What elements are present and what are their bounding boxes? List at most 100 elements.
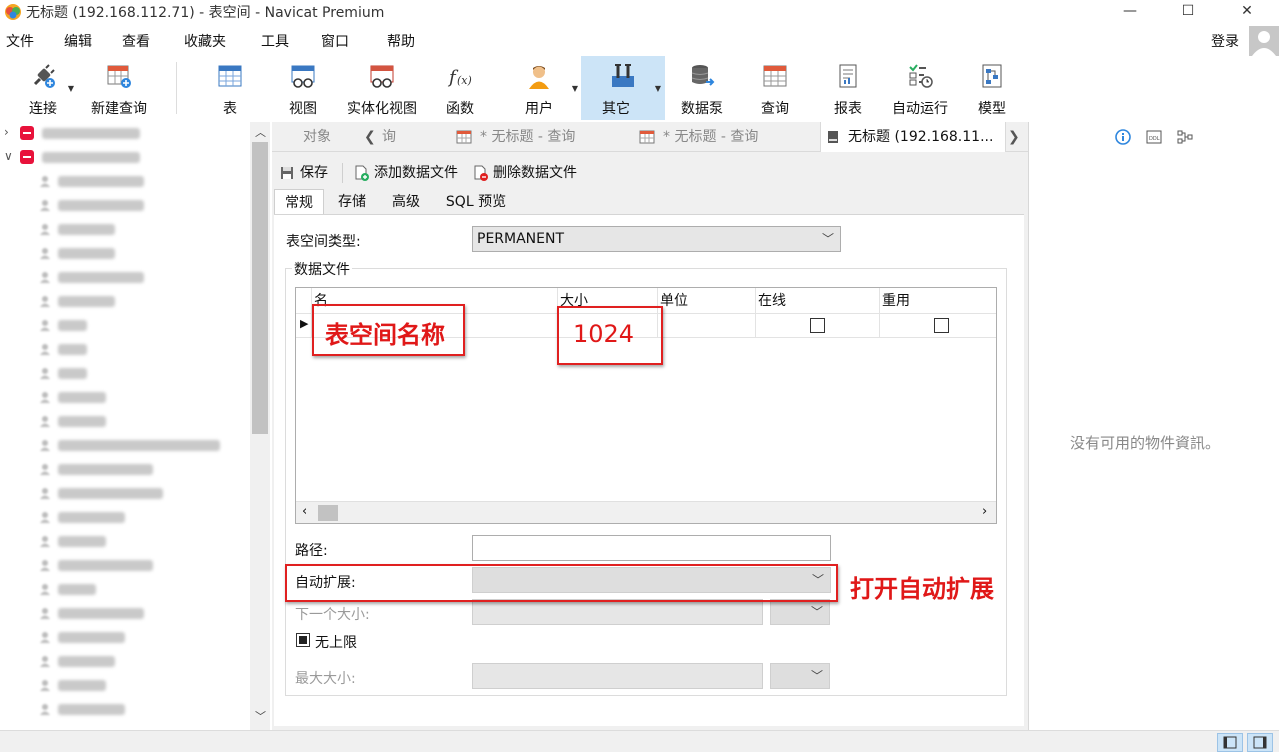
scroll-left-icon[interactable]: ‹	[302, 504, 307, 519]
add-datafile-label: 添加数据文件	[374, 165, 458, 181]
layout-left-panel-button[interactable]	[1217, 733, 1243, 752]
toolbar-connect-button[interactable]: 连接 ▼	[14, 56, 74, 120]
tab-scroll-left-icon[interactable]: ❮	[364, 122, 376, 152]
tree-user-item[interactable]: CTXSYS	[0, 242, 250, 266]
menu-view[interactable]: 查看	[122, 31, 150, 51]
tree-user-item[interactable]: MDSYS	[0, 674, 250, 698]
ddl-icon[interactable]: DDL	[1146, 129, 1162, 145]
subtab-storage[interactable]: 存储	[326, 189, 378, 215]
tree-user-item[interactable]: DBSNMP	[0, 290, 250, 314]
unlimited-checkbox[interactable]	[296, 633, 310, 647]
tree-user-item[interactable]: JLINS	[0, 530, 250, 554]
dependencies-icon[interactable]	[1177, 129, 1193, 145]
checkbox-fill	[299, 636, 307, 644]
expanded-arrow-icon[interactable]: ∨	[4, 149, 13, 163]
tree-user-item[interactable]: LBACSYS	[0, 626, 250, 650]
scrollbar-thumb[interactable]	[318, 505, 338, 521]
tree-user-item[interactable]: GSMUSER	[0, 506, 250, 530]
toolbar-new-query-button[interactable]: 新建查询	[86, 56, 152, 120]
grid-cell-unit[interactable]	[658, 314, 756, 338]
tree-user-item[interactable]: DBSFWUSER	[0, 266, 250, 290]
menu-tools[interactable]: 工具	[261, 31, 289, 51]
tree-user-item[interactable]: AUDSYS	[0, 218, 250, 242]
tree-user-item[interactable]: DVSYS	[0, 386, 250, 410]
tree-connection-0[interactable]: › 119.96.225.243	[0, 122, 250, 146]
max-size-unit-select[interactable]: ﹀	[770, 663, 830, 689]
info-icon[interactable]	[1115, 129, 1131, 145]
next-size-unit-select[interactable]: ﹀	[770, 599, 830, 625]
menu-edit[interactable]: 编辑	[64, 31, 92, 51]
tree-connection-1[interactable]: ∨ 192.168.112.71	[0, 146, 250, 170]
toolbar-function-button[interactable]: f (x) 函数	[433, 56, 487, 120]
tree-user-item[interactable]: GSMCATUSER	[0, 458, 250, 482]
reuse-checkbox[interactable]	[934, 318, 949, 333]
toolbar-others-button[interactable]: 其它 ▼	[581, 56, 665, 120]
toolbar-query-button[interactable]: 查询	[748, 56, 802, 120]
toolbar-user-button[interactable]: 用户 ▼	[512, 56, 578, 120]
subtab-advanced[interactable]: 高级	[380, 189, 432, 215]
grid-horizontal-scrollbar[interactable]: ‹ ›	[296, 501, 996, 523]
toolbar-model-button[interactable]: 模型	[965, 56, 1019, 120]
maximize-button[interactable]: ☐	[1165, 0, 1211, 24]
tab-query-2[interactable]: * 无标题 - 查询	[639, 122, 819, 152]
tab-objects[interactable]: 对象	[303, 122, 331, 152]
tree-user-item[interactable]: DCS	[0, 314, 250, 338]
login-link[interactable]: 登录	[1211, 31, 1239, 51]
tree-user-item[interactable]: GSMROOTUSER	[0, 482, 250, 506]
grid-cell-reuse[interactable]	[880, 314, 996, 338]
scroll-up-icon[interactable]: ︿	[255, 124, 266, 140]
dropdown-arrow-icon[interactable]: ▼	[655, 84, 661, 93]
grid-header-online[interactable]: 在线	[756, 288, 880, 314]
online-checkbox[interactable]	[810, 318, 825, 333]
path-input[interactable]	[472, 535, 831, 561]
tab-query-1[interactable]: * 无标题 - 查询	[456, 122, 636, 152]
max-size-input[interactable]	[472, 663, 763, 689]
tree-user-item[interactable]: ANONYMOUS	[0, 170, 250, 194]
subtab-sql-preview[interactable]: SQL 预览	[436, 189, 516, 215]
tablespace-type-select[interactable]: PERMANENT ﹀	[472, 226, 841, 252]
toolbar-table-button[interactable]: 表	[203, 56, 257, 120]
toolbar-materialized-view-button[interactable]: 实体化视图	[341, 56, 423, 120]
grid-cell-online[interactable]	[756, 314, 880, 338]
tree-user-item[interactable]: MDDATA	[0, 650, 250, 674]
tree-user-item[interactable]: APPQOSSYS	[0, 194, 250, 218]
tree-user-item[interactable]: DVF	[0, 362, 250, 386]
collapsed-arrow-icon[interactable]: ›	[4, 125, 9, 139]
delete-datafile-label: 删除数据文件	[493, 165, 577, 181]
tree-user-item[interactable]: JLINS_FILE	[0, 554, 250, 578]
toolbar-auto-run-button[interactable]: 自动运行	[886, 56, 954, 120]
tree-user-item[interactable]: GGSYS	[0, 410, 250, 434]
connection-tree[interactable]: › 119.96.225.243 ∨ 192.168.112.71 ANONYMOUS A…	[0, 122, 250, 730]
menu-window[interactable]: 窗口	[321, 31, 349, 51]
subtab-general[interactable]: 常规	[274, 189, 324, 215]
tree-user-item[interactable]: DIP	[0, 338, 250, 362]
layout-right-panel-button[interactable]	[1247, 733, 1273, 752]
next-size-input[interactable]	[472, 599, 763, 625]
toolbar-data-pump-button[interactable]: 数据泵	[674, 56, 730, 120]
grid-header-unit[interactable]: 单位	[658, 288, 756, 314]
grid-header-reuse[interactable]: 重用	[880, 288, 996, 314]
avatar[interactable]	[1249, 26, 1279, 56]
tab-tablespace[interactable]: 无标题 (192.168.11...	[820, 122, 1006, 152]
tree-user-item[interactable]: JLTJ	[0, 578, 250, 602]
tablespace-type-label: 表空间类型:	[286, 234, 361, 250]
dropdown-arrow-icon[interactable]: ▼	[68, 84, 74, 93]
navicat-logo-icon	[5, 4, 21, 20]
minimize-button[interactable]: —	[1107, 0, 1153, 24]
menu-file[interactable]: 文件	[6, 31, 34, 51]
tree-user-item[interactable]: OJVMSYS	[0, 698, 250, 722]
scrollbar-thumb[interactable]	[252, 142, 268, 434]
toolbar-view-button[interactable]: 视图	[276, 56, 330, 120]
scroll-down-icon[interactable]: ﹀	[255, 708, 266, 724]
scroll-right-icon[interactable]: ›	[982, 504, 987, 519]
tab-partial[interactable]: 询	[382, 122, 396, 152]
tree-user-item[interactable]: GSMADMIN_INTERNAL	[0, 434, 250, 458]
close-button[interactable]: ✕	[1224, 0, 1270, 24]
menu-favorites[interactable]: 收藏夹	[184, 31, 226, 51]
menu-help[interactable]: 帮助	[387, 31, 415, 51]
tree-user-item[interactable]: JLUSPRINT	[0, 602, 250, 626]
tab-scroll-right-icon[interactable]: ❯	[1008, 122, 1020, 152]
tree-scrollbar[interactable]: ︿ ﹀	[250, 122, 270, 730]
dropdown-arrow-icon[interactable]: ▼	[572, 84, 578, 93]
toolbar-report-button[interactable]: 报表	[821, 56, 875, 120]
